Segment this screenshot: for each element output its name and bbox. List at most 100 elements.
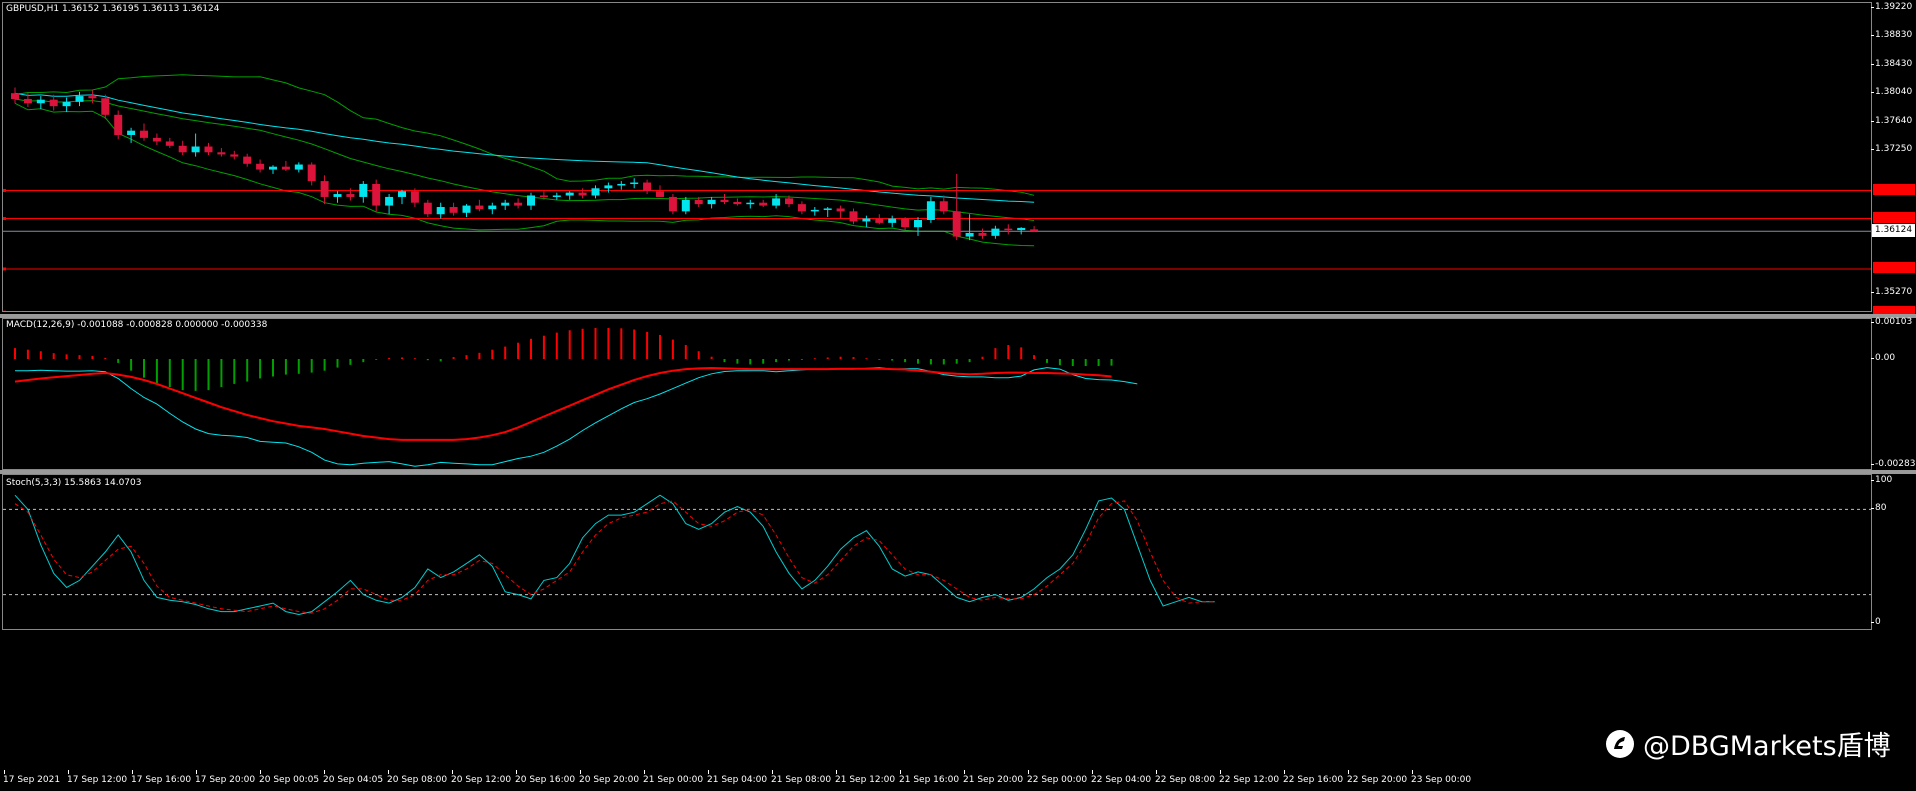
candle-body — [101, 98, 110, 115]
candle-body — [152, 137, 161, 142]
price-plot-area[interactable] — [2, 2, 1872, 312]
time-axis-label: 17 Sep 16:00 — [131, 775, 192, 785]
time-axis-tick — [516, 770, 517, 774]
time-axis-tick — [1028, 770, 1029, 774]
candle-body — [256, 163, 265, 170]
time-axis-tick — [260, 770, 261, 774]
candle-body — [294, 164, 303, 170]
stoch-main-line — [14, 494, 1215, 616]
macd-signal-line — [14, 366, 1112, 441]
stoch-scale[interactable]: 100 80 0 — [1871, 474, 1916, 630]
price-scale-tick — [1871, 7, 1874, 9]
candle-body — [23, 98, 32, 104]
stoch-scale-label: 80 — [1875, 503, 1887, 514]
time-axis-label: 21 Sep 20:00 — [963, 775, 1024, 785]
time-axis-tick — [580, 770, 581, 774]
candle-body — [423, 202, 432, 215]
level-price-tag[interactable] — [1873, 212, 1915, 224]
candle-body — [333, 194, 342, 197]
price-scale[interactable]: 1.39220 1.38830 1.38430 1.38040 1.37640 1.372… — [1871, 0, 1916, 325]
macd-scale-tick — [1871, 358, 1874, 360]
price-scale-tick — [1871, 121, 1874, 123]
candle-body — [501, 202, 510, 206]
time-axis[interactable]: 17 Sep 2021 17 Sep 12:00 17 Sep 16:00 17 Se… — [0, 770, 1916, 791]
candle-body — [385, 196, 394, 206]
macd-plot-area[interactable] — [2, 318, 1872, 470]
candle-body — [1004, 228, 1013, 231]
time-axis-label: 23 Sep 00:00 — [1411, 775, 1472, 785]
time-axis-label: 21 Sep 12:00 — [835, 775, 896, 785]
candle-body — [836, 208, 845, 212]
candle-body — [914, 219, 922, 228]
macd-pane: MACD(12,26,9) -0.001088 -0.000828 0.0000… — [0, 317, 1916, 470]
stoch-scale-tick — [1871, 480, 1874, 481]
candle-body — [862, 218, 871, 222]
stoch-header: Stoch(5,3,3) 15.5863 14.0703 — [6, 478, 142, 488]
candle-body — [88, 96, 97, 99]
candle-body — [720, 199, 729, 202]
time-axis-tick — [644, 770, 645, 774]
candle-body — [888, 218, 897, 223]
candle-body — [552, 195, 561, 197]
candle-body — [1030, 229, 1039, 232]
candle-body — [643, 182, 652, 192]
time-axis-tick — [1156, 770, 1157, 774]
time-axis-label: 20 Sep 00:05 — [259, 775, 320, 785]
macd-scale-label: 0.00103 — [1875, 317, 1913, 327]
candle-body — [11, 93, 19, 99]
candle-body — [49, 99, 58, 107]
candle-body — [630, 182, 639, 185]
stoch-plot-area[interactable] — [2, 474, 1872, 630]
time-axis-tick — [388, 770, 389, 774]
candle-body — [281, 166, 290, 170]
price-scale-label: 1.37640 — [1875, 116, 1913, 127]
candle-body — [707, 199, 716, 205]
time-axis-tick — [1220, 770, 1221, 774]
price-scale-label: 1.35270 — [1875, 286, 1913, 297]
candle-body — [810, 209, 819, 212]
candle-body — [372, 183, 381, 206]
candle-body — [1017, 227, 1026, 231]
level-handle — [3, 217, 6, 221]
level-price-tag[interactable] — [1873, 183, 1915, 195]
time-axis-label: 22 Sep 16:00 — [1283, 775, 1344, 785]
candle-body — [488, 205, 497, 210]
time-axis-label: 17 Sep 2021 — [3, 775, 61, 785]
candle-body — [965, 232, 974, 237]
candle-body — [759, 202, 768, 206]
time-axis-label: 21 Sep 08:00 — [771, 775, 832, 785]
candle-body — [785, 198, 793, 205]
price-scale-label: 1.38830 — [1875, 30, 1913, 41]
candle-body — [114, 114, 123, 135]
macd-scale-tick — [1871, 464, 1874, 465]
candle-body — [681, 199, 690, 212]
candle-body — [243, 156, 252, 164]
candle-body — [939, 201, 948, 212]
level-price-tag[interactable] — [1873, 262, 1915, 274]
stoch-signal-line — [14, 500, 1215, 614]
candle-body — [978, 232, 987, 236]
upper-band-line — [14, 74, 1035, 196]
candle-body — [901, 218, 910, 228]
candle-body — [475, 205, 484, 210]
slow-ma-line — [14, 92, 1035, 203]
macd-scale[interactable]: 0.00103 0.00 -0.00283 — [1871, 317, 1916, 470]
macd-header: MACD(12,26,9) -0.001088 -0.000828 0.0000… — [6, 320, 268, 330]
time-axis-tick — [132, 770, 133, 774]
candle-body — [875, 218, 884, 223]
candle-body — [591, 188, 600, 196]
candle-body — [539, 195, 548, 197]
time-axis-label: 20 Sep 12:00 — [451, 775, 512, 785]
level-handle — [3, 188, 6, 192]
candle-body — [823, 208, 832, 210]
candle-body — [849, 211, 858, 222]
macd-chart — [14, 327, 1138, 467]
time-axis-label: 22 Sep 08:00 — [1155, 775, 1216, 785]
candle-body — [346, 194, 355, 197]
time-axis-tick — [196, 770, 197, 774]
watermark-text: @DBGMarkets盾博 — [1643, 731, 1891, 762]
candle-body — [527, 195, 535, 206]
candle-body — [952, 211, 961, 237]
stoch-scale-label: 0 — [1875, 617, 1881, 627]
time-axis-label: 22 Sep 20:00 — [1347, 775, 1408, 785]
